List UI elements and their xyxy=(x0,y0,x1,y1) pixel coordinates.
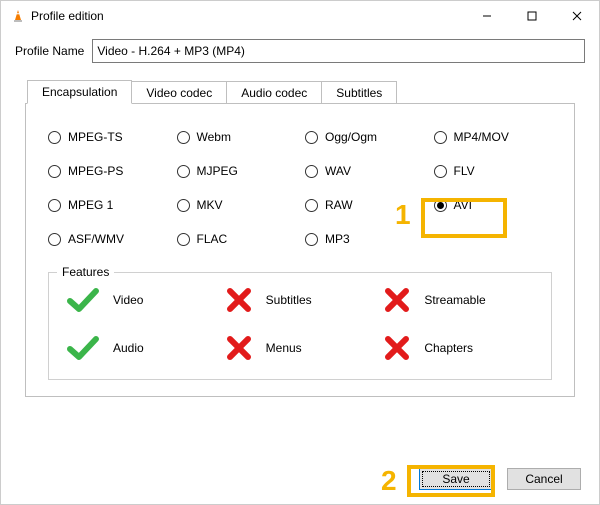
radio-ogg[interactable]: Ogg/Ogm xyxy=(305,130,424,144)
feature-subtitles: Subtitles xyxy=(226,287,375,313)
radio-mpeg-ps[interactable]: MPEG-PS xyxy=(48,164,167,178)
feature-streamable: Streamable xyxy=(384,287,533,313)
features-legend: Features xyxy=(57,265,114,279)
close-button[interactable] xyxy=(554,1,599,31)
tab-audio-codec[interactable]: Audio codec xyxy=(226,81,322,104)
check-icon xyxy=(67,335,99,361)
minimize-button[interactable] xyxy=(464,1,509,31)
check-icon xyxy=(67,287,99,313)
feature-chapters: Chapters xyxy=(384,335,533,361)
radio-flv[interactable]: FLV xyxy=(434,164,553,178)
profile-name-label: Profile Name xyxy=(15,44,84,58)
tab-video-codec[interactable]: Video codec xyxy=(131,81,227,104)
cross-icon xyxy=(226,335,252,361)
app-icon xyxy=(11,9,25,23)
radio-asf[interactable]: ASF/WMV xyxy=(48,232,167,246)
maximize-button[interactable] xyxy=(509,1,554,31)
dialog-profile-edition: Profile edition Profile Name Encapsulati… xyxy=(0,0,600,505)
window-title: Profile edition xyxy=(31,9,104,23)
annotation-number-2: 2 xyxy=(381,465,397,497)
save-button[interactable]: Save xyxy=(419,468,493,490)
feature-video: Video xyxy=(67,287,216,313)
window-buttons xyxy=(464,1,599,31)
radio-mkv[interactable]: MKV xyxy=(177,198,296,212)
radio-mpeg-ts[interactable]: MPEG-TS xyxy=(48,130,167,144)
cancel-button[interactable]: Cancel xyxy=(507,468,581,490)
tab-encapsulation[interactable]: Encapsulation xyxy=(27,80,132,104)
profile-name-input[interactable] xyxy=(92,39,585,63)
feature-audio: Audio xyxy=(67,335,216,361)
tabpanel-encapsulation: MPEG-TS Webm Ogg/Ogm MP4/MOV MPEG-PS MJP… xyxy=(25,103,575,397)
radio-mpeg1[interactable]: MPEG 1 xyxy=(48,198,167,212)
cross-icon xyxy=(384,287,410,313)
radio-avi[interactable]: AVI xyxy=(434,198,553,212)
radio-wav[interactable]: WAV xyxy=(305,164,424,178)
tabstrip: Encapsulation Video codec Audio codec Su… xyxy=(27,79,585,103)
feature-menus: Menus xyxy=(226,335,375,361)
radio-raw[interactable]: RAW xyxy=(305,198,424,212)
titlebar: Profile edition xyxy=(1,1,599,31)
radio-mp3[interactable]: MP3 xyxy=(305,232,424,246)
radio-flac[interactable]: FLAC xyxy=(177,232,296,246)
radio-webm[interactable]: Webm xyxy=(177,130,296,144)
features-group: Features Video Subtitles Streamable xyxy=(48,272,552,380)
tab-subtitles[interactable]: Subtitles xyxy=(321,81,397,104)
cross-icon xyxy=(226,287,252,313)
cross-icon xyxy=(384,335,410,361)
radio-mjpeg[interactable]: MJPEG xyxy=(177,164,296,178)
radio-mp4[interactable]: MP4/MOV xyxy=(434,130,553,144)
